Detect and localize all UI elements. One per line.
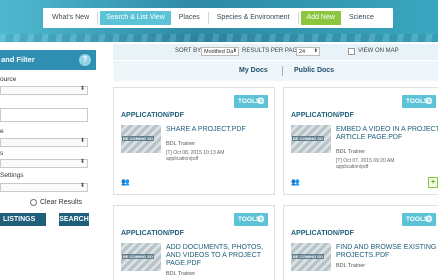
thumbnail-caption: BE COMING SO: [122, 254, 155, 259]
search-button[interactable]: SEARCH: [59, 213, 89, 226]
tools-button[interactable]: TOOLS ⚙: [234, 213, 268, 226]
view-on-map-checkbox[interactable]: [348, 48, 355, 55]
clear-results-option[interactable]: Clear Results: [30, 199, 82, 206]
document-author: BDL Trainer: [166, 271, 196, 277]
thumbnail-caption: BE COMING SO: [292, 254, 325, 259]
tab-science[interactable]: Science: [343, 11, 380, 25]
people-icon[interactable]: 👥: [121, 178, 130, 186]
clear-results-label: Clear Results: [40, 199, 83, 206]
document-card[interactable]: TOOLS ⚙ APPLICATION/PDF BE COMING SO SHA…: [113, 87, 275, 195]
type-label: e: [0, 128, 4, 135]
nav-divider: [297, 12, 299, 24]
chevron-updown-icon: ⬍: [79, 183, 85, 189]
document-title[interactable]: EMBED A VIDEO IN A PROJECT ARTICLE PAGE.…: [336, 126, 438, 142]
settings-label: Settings: [0, 172, 24, 179]
tab-whats-new[interactable]: What's New: [46, 11, 95, 25]
filter-header: and Filter ?: [0, 50, 96, 70]
docs-tabs: My Docs Public Docs: [113, 61, 438, 81]
source-select[interactable]: ⬍: [0, 86, 88, 95]
chevron-updown-icon: ⬍: [79, 86, 85, 92]
clear-results-radio[interactable]: [30, 199, 37, 206]
document-type: application/pdf: [166, 156, 199, 162]
document-title[interactable]: FIND AND BROWSE EXISTING PROJECTS.PDF: [336, 244, 438, 260]
docs-divider: [282, 66, 283, 76]
gear-icon: ⚙: [256, 96, 265, 106]
tab-search-list-view[interactable]: Search & List View: [100, 11, 171, 25]
help-icon[interactable]: ?: [79, 54, 91, 66]
chevron-updown-icon: ⬍: [79, 138, 85, 144]
document-card[interactable]: TOOLS ⚙ APPLICATION/PDF BE COMING SO FIN…: [283, 205, 438, 280]
document-thumbnail[interactable]: BE COMING SO: [291, 125, 331, 153]
sort-by-value: Modified Da: [204, 49, 234, 55]
chevron-updown-icon: ⬍: [79, 159, 85, 165]
view-on-map-label: VIEW ON MAP: [358, 48, 399, 54]
tab-add-new[interactable]: Add New: [300, 11, 341, 25]
tab-species-environment[interactable]: Species & Environment: [211, 11, 296, 25]
source-label: ource: [0, 76, 17, 83]
listings-button[interactable]: LISTINGS: [0, 213, 46, 226]
tools-button[interactable]: TOOLS ⚙: [234, 95, 268, 108]
sort-bar: SORT BY Modified Da ⬍ RESULTS PER PAGE 2…: [113, 44, 438, 60]
people-icon[interactable]: 👥: [291, 178, 300, 186]
document-author: BDL Trainer: [336, 263, 366, 269]
document-title[interactable]: SHARE A PROJECT.PDF: [166, 126, 272, 134]
results-per-page-label: RESULTS PER PAGE: [242, 48, 302, 54]
results-area: SORT BY Modified Da ⬍ RESULTS PER PAGE 2…: [113, 42, 438, 280]
document-category: APPLICATION/PDF: [121, 112, 184, 119]
document-category: APPLICATION/PDF: [291, 112, 354, 119]
settings-select[interactable]: ⬍: [0, 183, 88, 192]
tools-button[interactable]: TOOLS ⚙: [402, 95, 436, 108]
document-thumbnail[interactable]: BE COMING SO: [291, 243, 331, 271]
add-to-collection-icon[interactable]: +: [428, 177, 438, 188]
gear-icon: ⚙: [256, 214, 265, 224]
document-thumbnail[interactable]: BE COMING SO: [121, 243, 161, 271]
chevron-updown-icon: ⬍: [232, 48, 237, 54]
gear-icon: ⚙: [424, 96, 433, 106]
results-per-page-select[interactable]: 24 ⬍: [296, 47, 320, 56]
status-select[interactable]: ⬍: [0, 159, 88, 168]
tab-public-docs[interactable]: Public Docs: [294, 67, 334, 74]
document-type: application/pdf: [336, 164, 369, 170]
status-label: s: [0, 150, 4, 157]
filter-sidebar: and Filter ? ource ⬍ e ⬍ s ⬍ Settings ⬍ …: [0, 42, 100, 280]
main-nav: What's New Search & List View Places Spe…: [43, 8, 393, 28]
document-category: APPLICATION/PDF: [291, 230, 354, 237]
keyword-input[interactable]: [0, 108, 88, 122]
document-card[interactable]: TOOLS ⚙ APPLICATION/PDF BE COMING SO ADD…: [113, 205, 275, 280]
sort-by-label: SORT BY: [175, 48, 202, 54]
chevron-updown-icon: ⬍: [313, 48, 318, 54]
tools-button[interactable]: TOOLS ⚙: [402, 213, 436, 226]
document-card[interactable]: TOOLS ⚙ APPLICATION/PDF BE COMING SO EMB…: [283, 87, 438, 195]
document-title[interactable]: ADD DOCUMENTS, PHOTOS, AND VIDEOS TO A P…: [166, 244, 272, 268]
nav-divider: [207, 12, 209, 24]
nav-divider: [97, 12, 99, 24]
filter-header-label: and Filter: [1, 55, 35, 64]
tab-places[interactable]: Places: [173, 11, 206, 25]
tab-my-docs[interactable]: My Docs: [239, 67, 268, 74]
thumbnail-caption: BE COMING SO: [292, 136, 325, 141]
sort-by-select[interactable]: Modified Da ⬍: [201, 47, 239, 56]
type-select[interactable]: ⬍: [0, 138, 88, 147]
document-author: BDL Trainer: [336, 149, 366, 155]
document-author: BDL Trainer: [166, 141, 196, 147]
document-thumbnail[interactable]: BE COMING SO: [121, 125, 161, 153]
results-per-page-value: 24: [299, 49, 306, 55]
thumbnail-caption: BE COMING SO: [122, 136, 155, 141]
document-category: APPLICATION/PDF: [121, 230, 184, 237]
gear-icon: ⚙: [424, 214, 433, 224]
